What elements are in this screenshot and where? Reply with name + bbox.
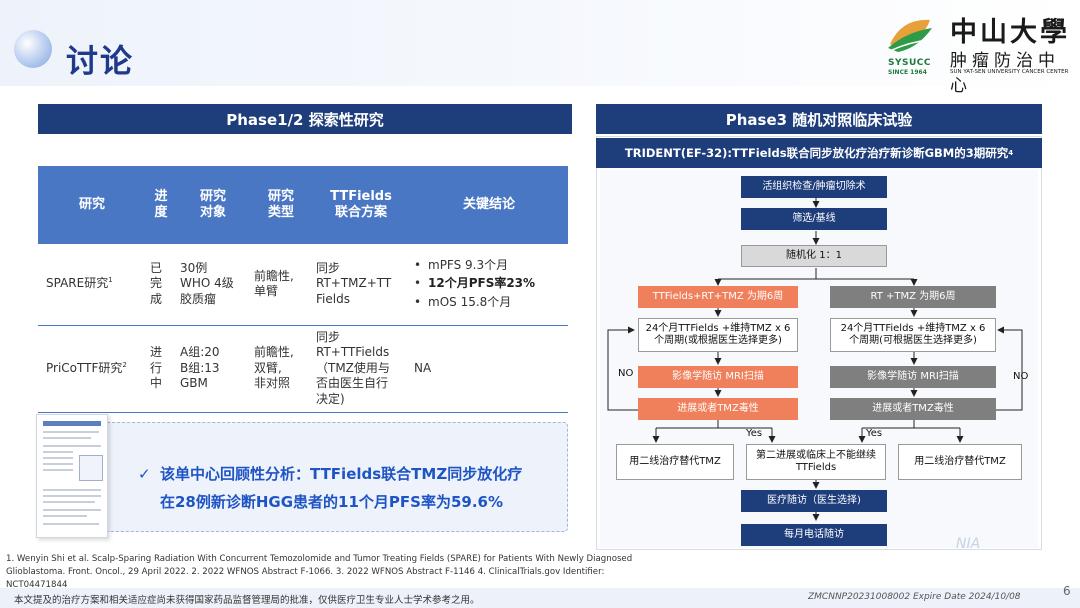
flow-maint-a: 24个月TTFields +维持TMZ x 6个周期(或根据医生选择更多): [638, 318, 798, 352]
sysucc-logo: SYSUCC SINCE 1964 中山大學 肿瘤防治中心 SUN YAT-SE…: [880, 8, 1076, 96]
type-cell: 前瞻性, 双臂, 非对照: [250, 325, 312, 413]
flow-arm-b: RT +TMZ 为期6周: [830, 286, 996, 308]
progress-cell: 已完成: [146, 244, 176, 326]
list-item: • mOS 15.8个月: [414, 295, 512, 310]
yes-label-right: Yes: [866, 428, 883, 439]
regimen-cell: 同步 RT+TTFields （TMZ使用与 否由医生自行 决定): [312, 325, 410, 413]
flow-prog-b: 进展或者TMZ毒性: [830, 398, 996, 420]
page-title: 讨论: [66, 42, 135, 80]
logo-since: SINCE 1964: [888, 69, 927, 76]
slide-number: 6: [1063, 584, 1071, 598]
list-item: • 12个月PFS率23%: [414, 276, 536, 291]
col-header: 研究 对象: [176, 166, 250, 244]
flow-maint-b: 24个月TTFields +维持TMZ x 6个周期(可根据医生选择更多): [830, 318, 996, 352]
title-bullet-icon: [14, 30, 52, 68]
no-label-right: NO: [1013, 371, 1029, 382]
paper-thumbnail: [36, 414, 108, 538]
subject-cell: 30例 WHO 4级 胶质瘤: [176, 244, 250, 326]
check-icon: ✓: [138, 465, 151, 483]
col-header: 研究 类型: [250, 166, 312, 244]
table-row: PriCoTTF研究2 进行中 A组:20 B组:13 GBM 前瞻性, 双臂, 非对照…: [38, 325, 568, 413]
flow-surgery: 活组织检查/肿瘤切除术: [741, 176, 887, 198]
col-header: TTFields 联合方案: [312, 166, 410, 244]
conclusion-cell: NA: [410, 325, 568, 413]
logo-abbr: SYSUCC: [888, 58, 931, 68]
flow-mri-a: 影像学随访 MRI扫描: [638, 366, 798, 388]
list-item: • mPFS 9.3个月: [414, 257, 509, 272]
study-name: PriCoTTF研究2: [38, 325, 146, 413]
flow-randomize: 随机化 1：1: [741, 245, 887, 267]
right-panel-header: Phase3 随机对照临床试验: [596, 104, 1042, 134]
logo-name-en: SUN YAT-SEN UNIVERSITY CANCER CENTER: [950, 69, 1069, 75]
col-header: 关键结论: [410, 166, 568, 244]
regimen-cell: 同步 RT+TMZ+TT Fields: [312, 244, 410, 326]
flow-mri-b: 影像学随访 MRI扫描: [830, 366, 996, 388]
yes-label-left: Yes: [746, 428, 763, 439]
footnotes: 1. Wenyin Shi et al. Scalp-Sparing Radia…: [6, 554, 633, 590]
study-name: SPARE研究1: [38, 244, 146, 326]
type-cell: 前瞻性, 单臂: [250, 244, 312, 326]
watermark: NIA: [956, 536, 981, 552]
left-panel-header: Phase1/2 探索性研究: [38, 104, 572, 134]
flow-middle-outcome: 第二进展或临床上不能继续TTFields: [746, 444, 886, 480]
logo-leaf-icon: [888, 19, 932, 52]
table-header-row: 研究 进度 研究 对象 研究 类型 TTFields 联合方案 关键结论: [38, 166, 568, 244]
disclaimer: 本文提及的治疗方案和相关适应症尚未获得国家药品监督管理局的批准，仅供医疗卫生专业…: [14, 595, 480, 606]
flow-followup: 医疗随访（医生选择): [741, 490, 887, 512]
flow-right-outcome: 用二线治疗替代TMZ: [898, 444, 1022, 480]
flow-screening: 筛选/基线: [741, 208, 887, 230]
flow-phone: 每月电话随访: [741, 524, 887, 546]
logo-name-cn: 中山大學: [950, 17, 1070, 48]
flow-prog-a: 进展或者TMZ毒性: [638, 398, 798, 420]
table-row: SPARE研究1 已完成 30例 WHO 4级 胶质瘤 前瞻性, 单臂 同步 RT+TM…: [38, 244, 568, 326]
progress-cell: 进行中: [146, 325, 176, 413]
conclusion-cell: • mPFS 9.3个月 • 12个月PFS率23% • mOS 15.8个月: [410, 244, 568, 326]
col-header: 进度: [146, 166, 176, 244]
trial-subheader: TRIDENT(EF-32):TTFields联合同步放化疗治疗新诊断GBM的3…: [596, 138, 1042, 168]
flow-arm-a: TTFields+RT+TMZ 为期6周: [638, 286, 798, 308]
slide: 讨论 SYSUCC SINCE 1964 中山大學 肿瘤防治中心 SUN YAT…: [0, 0, 1080, 608]
document-code: ZMCNNP20231008002 Expire Date 2024/10/08: [808, 592, 1021, 602]
summary-text: ✓ 该单中心回顾性分析：TTFields联合TMZ同步放化疗 在28例新诊断HGG…: [138, 460, 522, 516]
col-header: 研究: [38, 166, 146, 244]
study-table: 研究 进度 研究 对象 研究 类型 TTFields 联合方案 关键结论 SPARE研…: [38, 166, 568, 413]
no-label-left: NO: [618, 368, 634, 379]
subject-cell: A组:20 B组:13 GBM: [176, 325, 250, 413]
flow-left-outcome: 用二线治疗替代TMZ: [616, 444, 734, 480]
